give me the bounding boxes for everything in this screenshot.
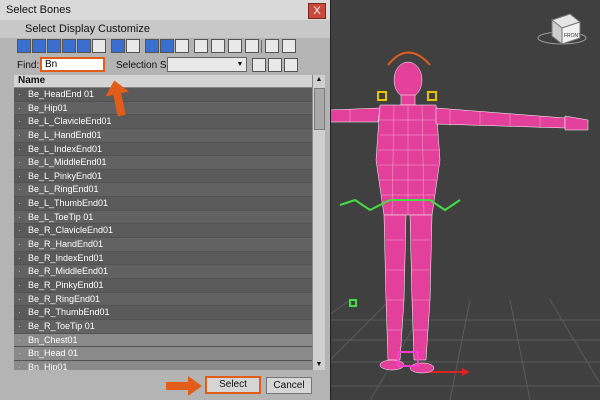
list-item[interactable]: · Be_R_PinkyEnd01 — [14, 278, 312, 293]
button-row: Select Cancel — [0, 370, 330, 400]
scroll-thumb[interactable] — [314, 88, 325, 130]
display-containers-icon[interactable] — [160, 39, 174, 53]
select-dependents-icon[interactable] — [245, 39, 259, 53]
list-item[interactable]: · Be_L_ToeTip 01 — [14, 210, 312, 225]
display-bones-icon[interactable] — [145, 39, 159, 53]
select-bones-dialog: Select Bones X Select Display Customize … — [0, 0, 331, 400]
list-item[interactable]: · Be_L_HandEnd01 — [14, 128, 312, 143]
display-warps-icon[interactable] — [92, 39, 106, 53]
select-none-icon[interactable] — [211, 39, 225, 53]
find-label: Find: — [17, 60, 40, 71]
3d-viewport[interactable]: FRONT — [330, 0, 600, 400]
list-item[interactable]: · Be_R_IndexEnd01 — [14, 251, 312, 266]
title-bar[interactable]: Select Bones X — [0, 0, 330, 21]
ground-grid — [330, 299, 600, 400]
cancel-button[interactable]: Cancel — [266, 377, 312, 394]
list-item[interactable]: · Be_R_RingEnd01 — [14, 292, 312, 307]
select-invert-icon[interactable] — [228, 39, 242, 53]
viewcube[interactable]: FRONT — [537, 13, 587, 46]
list-item[interactable]: · Be_HeadEnd 01 — [14, 88, 312, 102]
close-button[interactable]: X — [308, 3, 326, 19]
list-item[interactable]: · Bn_Hip01 — [14, 360, 312, 370]
list-item[interactable]: · Bn_Chest01 — [14, 333, 312, 348]
character-mesh[interactable] — [330, 61, 589, 374]
menu-bar: Select Display Customize — [0, 20, 330, 38]
list-scrollbar[interactable]: ▲ ▼ — [312, 75, 325, 370]
chevron-down-icon: ▼ — [236, 61, 244, 68]
display-xrefs-icon[interactable] — [126, 39, 140, 53]
sort-icon[interactable] — [282, 39, 296, 53]
list-item[interactable]: · Be_L_PinkyEnd01 — [14, 169, 312, 184]
scroll-up-icon[interactable]: ▲ — [314, 75, 324, 85]
list-item[interactable]: · Be_R_HandEnd01 — [14, 238, 312, 252]
display-frozen-icon[interactable] — [175, 39, 189, 53]
display-lights-icon[interactable] — [47, 39, 61, 53]
list-item[interactable]: · Be_R_ToeTip 01 — [14, 319, 312, 334]
edit-set-icon[interactable] — [268, 58, 282, 72]
bone-list[interactable]: · Be_HeadEnd 01 · Be_Hip01 · Be_L_ClavicleE… — [14, 88, 312, 370]
select-all-icon[interactable] — [194, 39, 208, 53]
dialog-title: Select Bones — [6, 4, 71, 16]
find-row: Find: Selection Set: ▼ — [0, 56, 330, 74]
viewcube-label: FRONT — [564, 33, 581, 39]
list-item[interactable]: · Be_L_IndexEnd01 — [14, 142, 312, 157]
display-helpers-icon[interactable] — [77, 39, 91, 53]
list-item[interactable]: · Be_L_MiddleEnd01 — [14, 156, 312, 170]
find-input[interactable] — [40, 57, 105, 72]
list-item[interactable]: · Be_L_ThumbEnd01 — [14, 197, 312, 211]
menu-select[interactable]: Select — [25, 23, 56, 35]
list-item[interactable]: · Be_L_ClavicleEnd01 — [14, 115, 312, 129]
remove-set-icon[interactable] — [284, 58, 298, 72]
display-geometry-icon[interactable] — [17, 39, 31, 53]
list-item[interactable]: · Be_R_ThumbEnd01 — [14, 306, 312, 320]
display-cameras-icon[interactable] — [62, 39, 76, 53]
menu-customize[interactable]: Customize — [98, 23, 150, 35]
filter-icon[interactable] — [265, 39, 279, 53]
viewport-scene: FRONT — [330, 13, 600, 400]
list-item[interactable]: · Be_L_RingEnd01 — [14, 183, 312, 198]
column-header-name: Name — [18, 75, 46, 86]
annotation-arrow-right-icon — [166, 376, 202, 396]
toolbar — [0, 38, 330, 56]
annotation-arrow-up-icon — [106, 80, 129, 116]
display-shapes-icon[interactable] — [32, 39, 46, 53]
selection-set-dropdown[interactable]: ▼ — [167, 57, 247, 72]
display-groups-icon[interactable] — [111, 39, 125, 53]
select-set-icon[interactable] — [252, 58, 266, 72]
list-item[interactable]: · Bn_Head 01 — [14, 347, 312, 361]
list-header[interactable]: Name — [14, 75, 312, 88]
menu-display[interactable]: Display — [59, 23, 95, 35]
list-item[interactable]: · Be_R_MiddleEnd01 — [14, 265, 312, 279]
list-item[interactable]: · Be_R_ClavicleEnd01 — [14, 224, 312, 239]
select-button[interactable]: Select — [205, 376, 261, 394]
list-item[interactable]: · Be_Hip01 — [14, 101, 312, 116]
scroll-down-icon[interactable]: ▼ — [314, 360, 324, 370]
